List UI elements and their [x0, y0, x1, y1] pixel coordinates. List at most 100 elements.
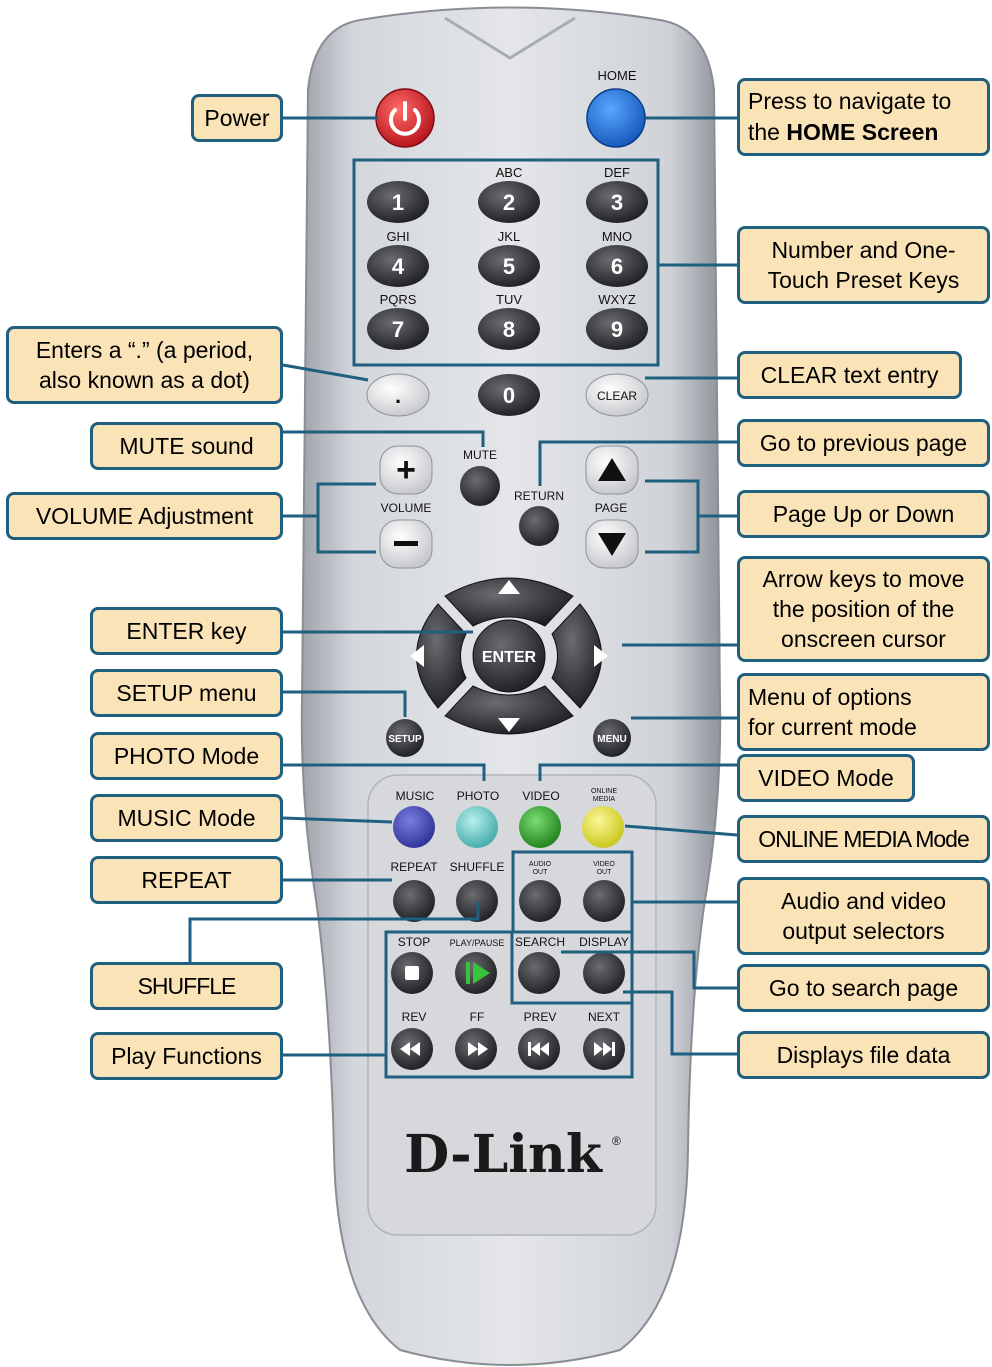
audio-out-button[interactable]	[519, 880, 561, 922]
key-5[interactable]: 5	[478, 245, 540, 287]
stop-icon	[405, 966, 419, 980]
display-button[interactable]	[583, 952, 625, 994]
online-label-1: ONLINE	[591, 788, 617, 795]
callout-dot-line1: Enters a “.” (a period,	[35, 337, 254, 363]
callout-online: ONLINE MEDIA Mode	[737, 815, 990, 863]
menu-label: MENU	[597, 734, 626, 745]
callout-enter-text: ENTER key	[126, 618, 247, 644]
key-4-label: 4	[392, 254, 405, 279]
callout-menu-line1: Menu of options	[748, 684, 912, 710]
key-9[interactable]: 9	[586, 308, 648, 350]
enter-label: ENTER	[482, 649, 537, 666]
key-3[interactable]: 3	[586, 181, 648, 223]
callout-mute: MUTE sound	[90, 422, 283, 470]
video-label: VIDEO	[522, 789, 559, 803]
callout-volume: VOLUME Adjustment	[6, 492, 283, 540]
callout-repeat: REPEAT	[90, 856, 283, 904]
callout-shuffle-text: SHUFFLE	[137, 973, 237, 999]
zero-key[interactable]: 0	[478, 374, 540, 416]
setup-label: SETUP	[388, 734, 422, 745]
play-pause-icon	[466, 962, 470, 984]
music-label: MUSIC	[396, 789, 435, 803]
key-6-letters: MNO	[602, 229, 632, 244]
callout-number-keys-text: Number and One- Touch Preset Keys	[768, 235, 960, 295]
audio-out-label-2: OUT	[533, 869, 549, 876]
callout-music: MUSIC Mode	[90, 794, 283, 842]
volume-down-button[interactable]	[379, 519, 433, 569]
page-down-button[interactable]	[585, 519, 639, 569]
play-pause-button[interactable]	[455, 952, 497, 994]
volume-up-button[interactable]: +	[379, 445, 433, 495]
rev-button[interactable]	[391, 1028, 433, 1070]
callout-photo: PHOTO Mode	[90, 732, 283, 780]
photo-button[interactable]	[456, 806, 498, 848]
callout-number-keys-line1: Number and One-	[771, 237, 956, 263]
next-button[interactable]	[583, 1028, 625, 1070]
stop-button[interactable]	[391, 952, 433, 994]
video-button[interactable]	[519, 806, 561, 848]
setup-button[interactable]: SETUP	[386, 719, 424, 757]
clear-key[interactable]: CLEAR	[585, 373, 649, 417]
callout-display: Displays file data	[737, 1031, 990, 1079]
key-6[interactable]: 6	[586, 245, 648, 287]
callout-dot-line2: also known as a dot)	[39, 367, 250, 393]
music-button[interactable]	[393, 806, 435, 848]
play-pause-label: PLAY/PAUSE	[450, 938, 505, 948]
key-7-letters: PQRS	[380, 292, 417, 307]
page-up-button[interactable]	[585, 445, 639, 495]
key-7[interactable]: 7	[367, 308, 429, 350]
next-label: NEXT	[588, 1010, 621, 1024]
video-out-button[interactable]	[583, 880, 625, 922]
callout-number-keys: Number and One- Touch Preset Keys	[737, 226, 990, 304]
menu-button[interactable]: MENU	[593, 719, 631, 757]
callout-dot: Enters a “.” (a period, also known as a …	[6, 326, 283, 404]
volume-label: VOLUME	[381, 501, 432, 515]
key-1[interactable]: 1	[367, 181, 429, 223]
callout-menu: Menu of options for current mode	[737, 673, 990, 751]
callout-display-text: Displays file data	[776, 1042, 951, 1068]
clear-key-label: CLEAR	[597, 389, 637, 403]
callout-search: Go to search page	[737, 964, 990, 1012]
callout-av-out-line2: output selectors	[782, 918, 945, 944]
stop-label: STOP	[398, 935, 430, 949]
callout-shuffle: SHUFFLE	[90, 962, 283, 1010]
mute-button[interactable]	[460, 466, 500, 506]
key-2[interactable]: 2	[478, 181, 540, 223]
home-button[interactable]	[586, 88, 646, 148]
search-button[interactable]	[518, 952, 560, 994]
callout-music-text: MUSIC Mode	[117, 805, 256, 831]
callout-menu-line2: for current mode	[748, 714, 917, 740]
enter-button[interactable]: ENTER	[472, 619, 546, 693]
dot-key[interactable]: .	[366, 373, 430, 417]
callout-clear: CLEAR text entry	[737, 351, 962, 399]
callout-power-text: Power	[204, 105, 270, 131]
callout-setup: SETUP menu	[90, 669, 283, 717]
key-4[interactable]: 4	[367, 245, 429, 287]
prev-label: PREV	[524, 1010, 557, 1024]
callout-play-text: Play Functions	[111, 1043, 262, 1069]
prev-button[interactable]	[518, 1028, 560, 1070]
power-button[interactable]	[375, 88, 435, 148]
repeat-button[interactable]	[393, 880, 435, 922]
return-button[interactable]	[519, 506, 559, 546]
callout-clear-text: CLEAR text entry	[760, 362, 939, 388]
key-3-label: 3	[611, 190, 623, 215]
key-8-letters: TUV	[496, 292, 522, 307]
audio-out-label-1: AUDIO	[529, 861, 552, 868]
callout-arrows-line3: onscreen cursor	[781, 626, 946, 652]
mute-label: MUTE	[463, 448, 497, 462]
registered-mark: ®	[612, 1134, 621, 1148]
shuffle-label: SHUFFLE	[450, 860, 505, 874]
key-8[interactable]: 8	[478, 308, 540, 350]
page-label: PAGE	[595, 501, 627, 515]
callout-av-out-line1: Audio and video	[781, 888, 946, 914]
online-label-2: MEDIA	[593, 796, 616, 803]
zero-key-label: 0	[503, 383, 515, 408]
callout-setup-text: SETUP menu	[116, 680, 257, 706]
callout-arrows-line2: the position of the	[772, 596, 955, 622]
online-media-button[interactable]	[582, 806, 624, 848]
callout-dot-text: Enters a “.” (a period, also known as a …	[36, 335, 253, 395]
ff-label: FF	[470, 1010, 485, 1024]
ff-button[interactable]	[455, 1028, 497, 1070]
key-7-label: 7	[392, 317, 404, 342]
